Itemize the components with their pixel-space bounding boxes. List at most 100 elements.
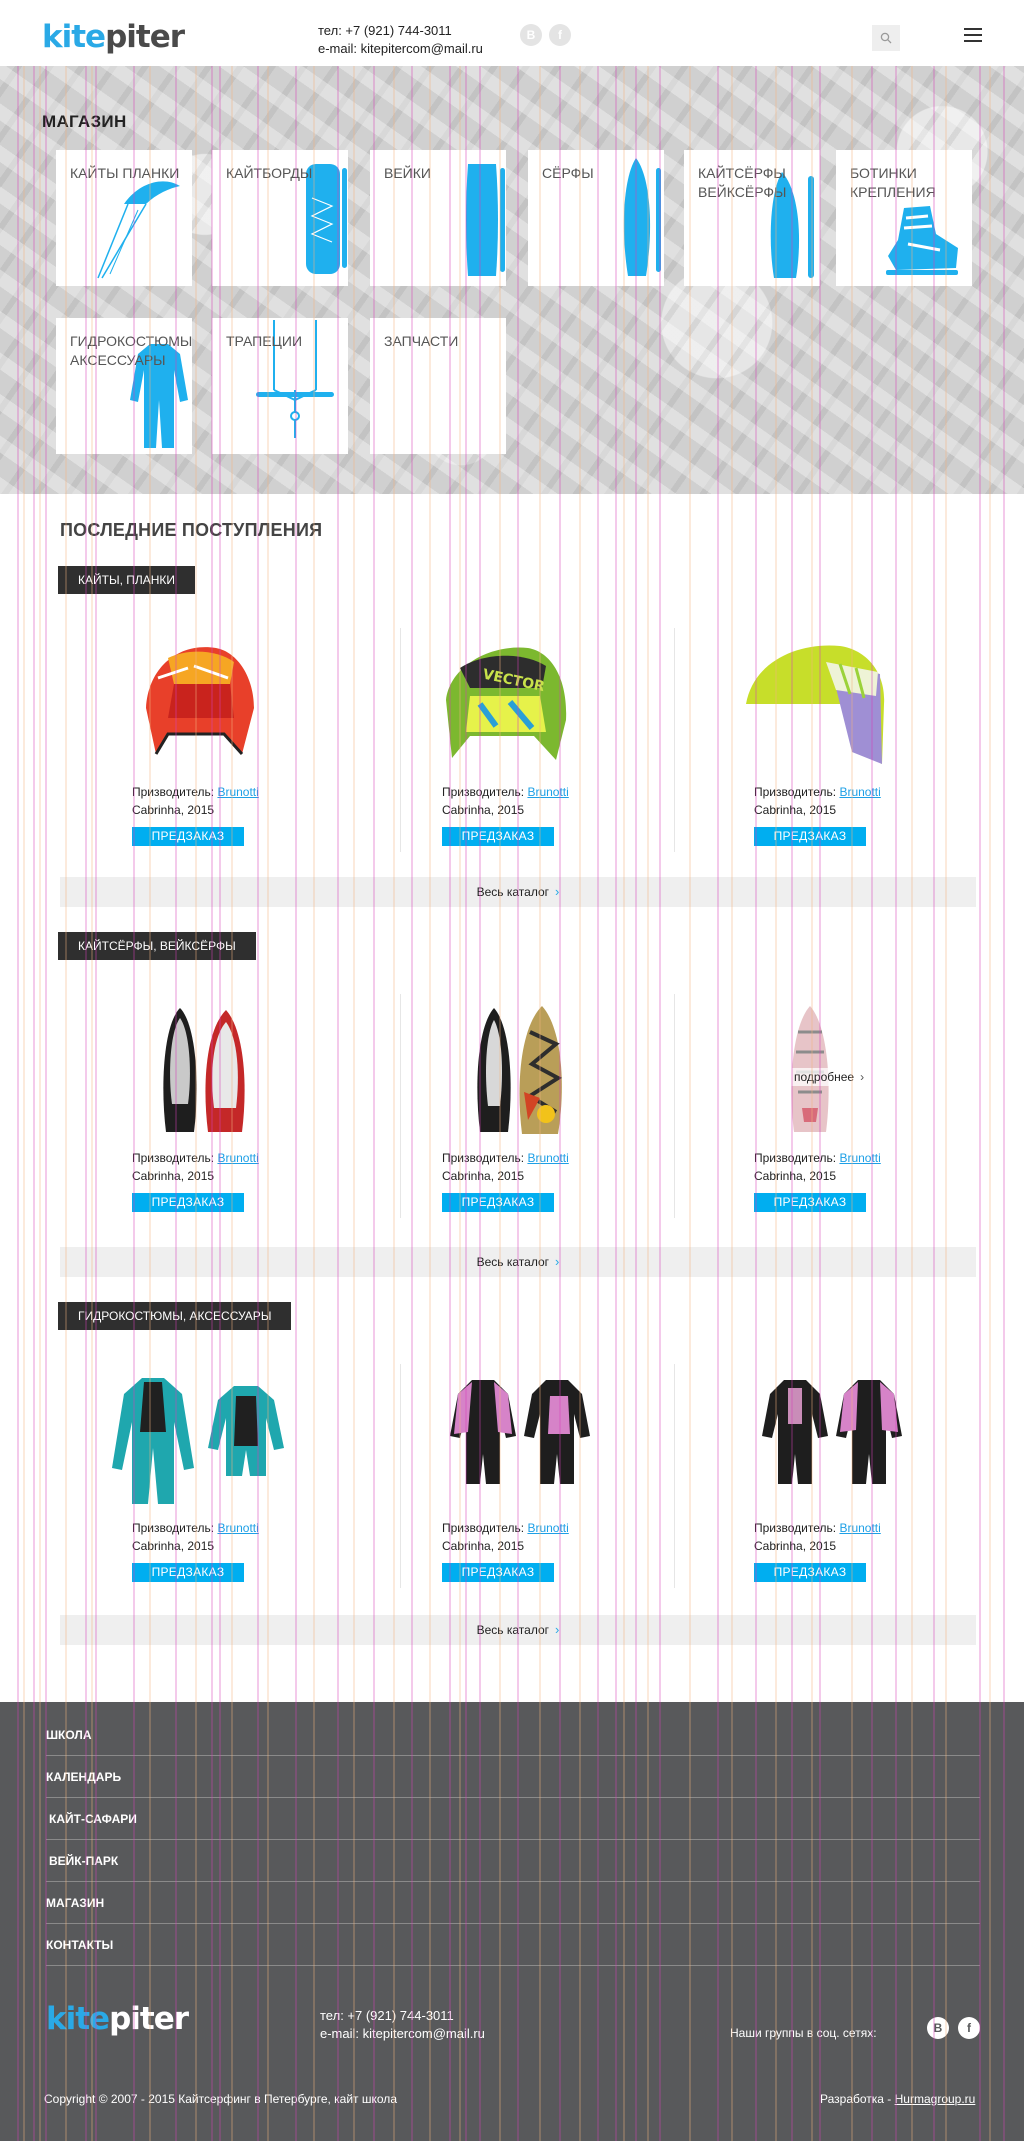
product-model: Cabrinha, 2015 (754, 1169, 837, 1183)
footer-email[interactable]: e-mail: kitepitercom@mail.ru (320, 2025, 485, 2043)
chevron-right-icon: › (555, 884, 560, 899)
product-card[interactable]: Призводитель: Brunotti Cabrinha, 2015 ПР… (442, 1364, 702, 1596)
site-logo[interactable]: kitepiter (42, 20, 185, 54)
product-model: Cabrinha, 2015 (132, 1539, 215, 1553)
category-tile-trapeze[interactable]: ТРАПЕЦИИ (212, 318, 348, 454)
category-tile-kites[interactable]: КАЙТЫ ПЛАНКИ (56, 150, 192, 286)
preorder-button[interactable]: ПРЕДЗАКАЗ (754, 827, 866, 846)
product-maker: Призводитель: Brunotti (442, 1521, 569, 1535)
search-icon (880, 32, 892, 44)
product-maker: Призводитель: Brunotti (442, 1151, 569, 1165)
group-label-kitesurfs[interactable]: КАЙТСЁРФЫ, ВЕЙКСЁРФЫ (58, 932, 256, 960)
product-maker: Призводитель: Brunotti (754, 785, 881, 799)
footer-nav-school[interactable]: ШКОЛА (46, 1714, 980, 1756)
category-tile-kiteboards[interactable]: КАЙТБОРДЫ (212, 150, 348, 286)
search-button[interactable] (872, 25, 900, 51)
maker-link[interactable]: Brunotti (217, 1151, 258, 1165)
group-label-wetsuits[interactable]: ГИДРОКОСТЮМЫ, АКСЕССУАРЫ (58, 1302, 292, 1330)
product-maker: Призводитель: Brunotti (442, 785, 569, 799)
chevron-right-icon: › (860, 1070, 865, 1084)
product-image[interactable] (754, 1364, 1014, 1514)
site-footer: ШКОЛА КАЛЕНДАРЬ КАЙТ-САФАРИ ВЕЙК-ПАРК МА… (0, 1702, 1024, 2141)
more-details-link[interactable]: подробнее › (790, 1068, 874, 1086)
product-maker: Призводитель: Brunotti (754, 1151, 881, 1165)
card-divider (400, 994, 401, 1218)
product-model: Cabrinha, 2015 (442, 1169, 525, 1183)
vk-icon[interactable]: В (927, 2017, 949, 2039)
developer-credit: Разработка - Hurmagroup.ru (820, 2092, 976, 2106)
vk-icon[interactable]: В (520, 24, 542, 46)
developer-link[interactable]: Hurmagroup.ru (895, 2092, 976, 2106)
kite-red-orange-image (146, 647, 254, 756)
hamburger-menu-icon[interactable] (964, 28, 982, 42)
card-divider (400, 628, 401, 852)
maker-link[interactable]: Brunotti (527, 785, 568, 799)
product-card[interactable]: Призводитель: Brunotti Cabrinha, 2015 ПР… (112, 1364, 392, 1596)
product-image[interactable]: VECTOR (442, 628, 702, 778)
product-card[interactable]: Призводитель: Brunotti Cabrinha, 2015 ПР… (754, 1364, 1014, 1596)
wetsuit-black-pink-2-image (762, 1380, 902, 1484)
product-card[interactable]: Призводитель: Brunotti Cabrinha, 2015 ПР… (442, 994, 702, 1226)
category-tile-spare-parts[interactable]: ЗАПЧАСТИ (370, 318, 506, 454)
footer-nav-wake-park[interactable]: ВЕЙК-ПАРК (46, 1840, 980, 1882)
preorder-button[interactable]: ПРЕДЗАКАЗ (132, 1563, 244, 1582)
product-image[interactable] (442, 994, 702, 1144)
maker-link[interactable]: Brunotti (217, 1521, 258, 1535)
group-label-kites[interactable]: КАЙТЫ, ПЛАНКИ (58, 566, 196, 594)
wakesurf-red-white-image (163, 1008, 245, 1132)
product-card[interactable]: VECTOR Призводитель: Brunotti Cabrinha, … (442, 628, 702, 860)
product-image[interactable] (132, 994, 392, 1144)
card-divider (400, 1364, 401, 1588)
kite-lime-purple-image (746, 645, 885, 764)
category-tile-boots[interactable]: БОТИНКИ КРЕПЛЕНИЯ (836, 150, 972, 286)
product-card[interactable]: Призводитель: Brunotti Cabrinha, 2015 ПР… (754, 994, 1014, 1226)
product-model: Cabrinha, 2015 (132, 1169, 215, 1183)
wakesurf-black-pattern-image (477, 1006, 562, 1134)
chevron-right-icon: › (555, 1254, 560, 1269)
product-model: Cabrinha, 2015 (442, 1539, 525, 1553)
facebook-icon[interactable]: f (549, 24, 571, 46)
preorder-button[interactable]: ПРЕДЗАКАЗ (754, 1193, 866, 1212)
footer-nav-shop[interactable]: МАГАЗИН (46, 1882, 980, 1924)
maker-link[interactable]: Brunotti (527, 1521, 568, 1535)
maker-link[interactable]: Brunotti (839, 1521, 880, 1535)
product-maker: Призводитель: Brunotti (132, 1151, 259, 1165)
footer-nav-contacts[interactable]: КОНТАКТЫ (46, 1924, 980, 1966)
maker-link[interactable]: Brunotti (839, 1151, 880, 1165)
product-model: Cabrinha, 2015 (754, 1539, 837, 1553)
shop-hero: МАГАЗИН КАЙТЫ ПЛАНКИ КАЙТБОРДЫ ВЕЙКИ СЁР… (0, 66, 1024, 494)
product-image[interactable] (746, 628, 1014, 778)
product-model: Cabrinha, 2015 (442, 803, 525, 817)
facebook-icon[interactable]: f (958, 2017, 980, 2039)
product-image[interactable] (442, 1364, 702, 1514)
footer-nav-calendar[interactable]: КАЛЕНДАРЬ (46, 1756, 980, 1798)
category-tile-kitesurfs[interactable]: КАЙТСЁРФЫ ВЕЙКСЁРФЫ (684, 150, 820, 286)
category-tile-surfboards[interactable]: СЁРФЫ (528, 150, 664, 286)
header-contacts: тел: +7 (921) 744-3011 e-mail: kitepiter… (318, 22, 483, 58)
site-header: kitepiter тел: +7 (921) 744-3011 e-mail:… (0, 0, 1024, 66)
wetsuit-black-pink-image (450, 1380, 590, 1484)
product-image[interactable] (132, 628, 392, 778)
category-tile-wetsuits[interactable]: ГИДРОКОСТЮМЫ АКСЕССУАРЫ (56, 318, 192, 454)
kite-vector-green-image: VECTOR (446, 647, 567, 760)
product-card[interactable]: Призводитель: Brunotti Cabrinha, 2015 ПР… (132, 994, 392, 1226)
all-catalog-link[interactable]: Весь каталог › (60, 1615, 976, 1645)
all-catalog-link[interactable]: Весь каталог › (60, 1247, 976, 1277)
preorder-button[interactable]: ПРЕДЗАКАЗ (442, 827, 554, 846)
product-card[interactable]: Призводитель: Brunotti Cabrinha, 2015 ПР… (746, 628, 1014, 860)
header-email[interactable]: e-mail: kitepitercom@mail.ru (318, 40, 483, 58)
preorder-button[interactable]: ПРЕДЗАКАЗ (754, 1563, 866, 1582)
footer-nav-kite-safari[interactable]: КАЙТ-САФАРИ (46, 1798, 980, 1840)
maker-link[interactable]: Brunotti (217, 785, 258, 799)
preorder-button[interactable]: ПРЕДЗАКАЗ (442, 1193, 554, 1212)
maker-link[interactable]: Brunotti (839, 785, 880, 799)
footer-logo[interactable]: kitepiter (46, 2002, 189, 2036)
preorder-button[interactable]: ПРЕДЗАКАЗ (442, 1563, 554, 1582)
all-catalog-link[interactable]: Весь каталог › (60, 877, 976, 907)
product-card[interactable]: Призводитель: Brunotti Cabrinha, 2015 ПР… (132, 628, 392, 860)
category-tile-wakeboards[interactable]: ВЕЙКИ (370, 150, 506, 286)
preorder-button[interactable]: ПРЕДЗАКАЗ (132, 1193, 244, 1212)
preorder-button[interactable]: ПРЕДЗАКАЗ (132, 827, 244, 846)
maker-link[interactable]: Brunotti (527, 1151, 568, 1165)
product-image[interactable] (112, 1364, 392, 1514)
